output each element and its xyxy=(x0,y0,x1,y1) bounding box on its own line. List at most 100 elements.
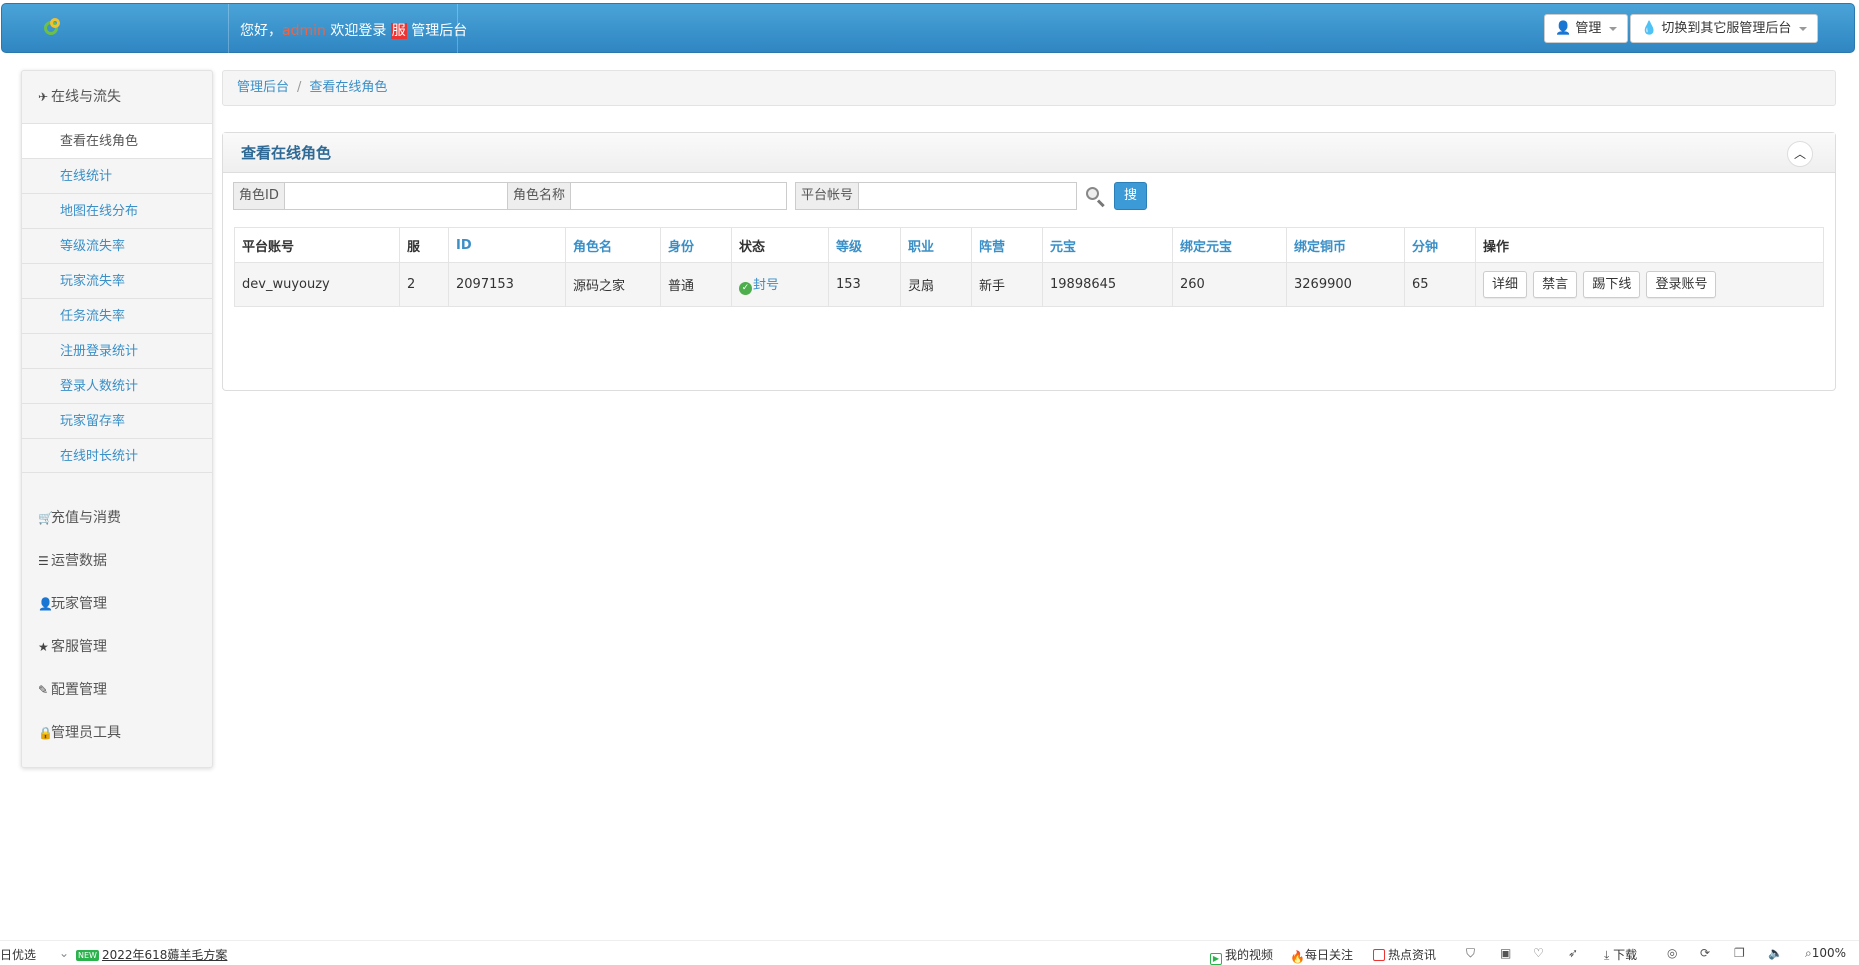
col-actions: 操作 xyxy=(1475,227,1824,263)
top-navbar: 您好，admin 欢迎登录 服 管理后台 👤 管理 💧 切换到其它服管理后台 xyxy=(1,3,1855,54)
online-roles-panel: 查看在线角色 ︿ 角色ID 角色名称 平台帐号 搜索 平台账号 服 ID 角色名… xyxy=(222,132,1836,391)
sidebar-item-online-roles[interactable]: 查看在线角色 xyxy=(22,123,212,158)
news-icon xyxy=(1373,949,1385,961)
image-icon[interactable]: ▣ xyxy=(1500,946,1511,960)
switch-server-label: 切换到其它服管理后台 xyxy=(1661,21,1792,36)
status-link[interactable]: 封号 xyxy=(753,278,779,293)
breadcrumb-current-link[interactable]: 查看在线角色 xyxy=(309,80,387,95)
col-identity[interactable]: 身份 xyxy=(660,227,732,263)
login-account-button[interactable]: 登录账号 xyxy=(1646,271,1717,298)
user-icon: 👤 xyxy=(1555,21,1572,36)
cell-profession: 灵扇 xyxy=(900,262,972,307)
col-yuanbao[interactable]: 元宝 xyxy=(1042,227,1173,263)
play-icon: ▶ xyxy=(1210,953,1222,965)
breadcrumb-home-link[interactable]: 管理后台 xyxy=(237,80,289,95)
sidebar-group-operations[interactable]: ☰ 运营数据 xyxy=(22,540,212,583)
sidebar-item-login-count[interactable]: 登录人数统计 xyxy=(22,368,212,403)
col-server: 服 xyxy=(399,227,449,263)
cell-actions: 详细 禁言 踢下线 登录账号 xyxy=(1475,262,1824,307)
col-bound-yuanbao[interactable]: 绑定元宝 xyxy=(1172,227,1287,263)
sidebar-item-online-stats[interactable]: 在线统计 xyxy=(22,158,212,193)
col-profession[interactable]: 职业 xyxy=(900,227,972,263)
caret-down-icon xyxy=(1799,26,1808,31)
admin-menu-button[interactable]: 👤 管理 xyxy=(1544,14,1629,43)
sidebar-group-recharge[interactable]: 🛒充值与消费 xyxy=(22,497,212,540)
col-camp[interactable]: 阵营 xyxy=(971,227,1043,263)
cell-server: 2 xyxy=(399,262,449,307)
platform-account-label: 平台帐号 xyxy=(795,182,860,210)
cell-id: 2097153 xyxy=(448,262,566,307)
incognito-icon[interactable]: ◎ xyxy=(1667,946,1677,960)
kick-offline-button[interactable]: 踢下线 xyxy=(1583,271,1641,298)
table-row: dev_wuyouzy 2 2097153 源码之家 普通 ✓ 封号 153 灵扇… xyxy=(234,262,1824,307)
sidebar-item-online-duration[interactable]: 在线时长统计 xyxy=(22,438,212,473)
fire-icon: 🔥 xyxy=(1290,950,1305,964)
cell-status: ✓ 封号 xyxy=(731,262,829,307)
cell-identity: 普通 xyxy=(660,262,732,307)
heart-icon[interactable]: ♡ xyxy=(1533,946,1544,960)
list-icon: ☰ xyxy=(38,554,49,568)
my-video-button[interactable]: ▶ 我的视频 xyxy=(1210,946,1273,965)
daily-follow-button[interactable]: 🔥每日关注 xyxy=(1290,946,1353,964)
col-id[interactable]: ID xyxy=(448,227,566,263)
detail-button[interactable]: 详细 xyxy=(1483,271,1528,298)
sidebar-group-players[interactable]: 👤玩家管理 xyxy=(22,583,212,626)
sidebar-group-admin-tools[interactable]: 🔒管理员工具 xyxy=(22,712,212,755)
sidebar-item-retention[interactable]: 玩家留存率 xyxy=(22,403,212,438)
zoom-control[interactable]: ⌕100% xyxy=(1805,946,1846,961)
download-button[interactable]: ⤓ 下载 xyxy=(1604,946,1637,963)
admin-menu-label: 管理 xyxy=(1575,21,1602,36)
chevron-up-icon: ︿ xyxy=(1793,147,1806,161)
shield-icon[interactable]: ⛉ xyxy=(1466,946,1475,961)
sidebar: ✈ 在线与流失 查看在线角色 在线统计 地图在线分布 等级流失率 玩家流失率 任务… xyxy=(21,70,213,768)
chevron-down-icon[interactable]: ⌄ xyxy=(59,946,69,960)
cell-yuanbao: 19898645 xyxy=(1042,262,1173,307)
search-button[interactable]: 搜索 xyxy=(1114,182,1148,229)
rocket-icon[interactable]: ➶ xyxy=(1568,946,1578,960)
hot-news-button[interactable]: 热点资讯 xyxy=(1373,946,1436,963)
platform-account-field: 平台帐号 xyxy=(795,182,1078,210)
sidebar-group-label: 玩家管理 xyxy=(51,596,107,612)
sidebar-item-quest-churn[interactable]: 任务流失率 xyxy=(22,298,212,333)
zoom-icon: ⌕ xyxy=(1805,946,1812,960)
col-level[interactable]: 等级 xyxy=(828,227,901,263)
promo-link[interactable]: NEW 2022年618薅羊毛方案 xyxy=(76,946,227,963)
sidebar-section-online[interactable]: ✈ 在线与流失 xyxy=(22,71,212,123)
sidebar-group-support[interactable]: ★ 客服管理 xyxy=(22,626,212,669)
sidebar-group-config[interactable]: ✎ 配置管理 xyxy=(22,669,212,712)
role-name-input[interactable] xyxy=(571,182,788,210)
welcome-text: 欢迎登录 xyxy=(325,23,391,39)
sidebar-item-player-churn[interactable]: 玩家流失率 xyxy=(22,263,212,298)
sidebar-item-map-distribution[interactable]: 地图在线分布 xyxy=(22,193,212,228)
refresh-icon[interactable]: ⟳ xyxy=(1700,946,1710,960)
sidebar-group-label: 客服管理 xyxy=(51,639,107,655)
role-name-label: 角色名称 xyxy=(507,182,572,210)
server-mark: 服 xyxy=(390,23,407,39)
check-circle-icon: ✓ xyxy=(739,282,752,295)
role-id-input[interactable] xyxy=(284,182,510,210)
zoom-level: 100% xyxy=(1811,946,1847,960)
sidebar-group-label: 充值与消费 xyxy=(51,510,121,526)
col-minutes[interactable]: 分钟 xyxy=(1404,227,1476,263)
cell-bound-copper: 3269900 xyxy=(1286,262,1405,307)
logo-icon[interactable] xyxy=(42,18,64,40)
volume-icon[interactable]: 🔈 xyxy=(1768,946,1783,960)
mute-button[interactable]: 禁言 xyxy=(1533,271,1578,298)
search-icon[interactable] xyxy=(1085,186,1107,208)
window-icon[interactable]: ❐ xyxy=(1734,946,1745,960)
platform-account-input[interactable] xyxy=(859,182,1078,210)
collapse-panel-button[interactable]: ︿ xyxy=(1787,141,1813,167)
cell-platform-account: dev_wuyouzy xyxy=(234,262,400,307)
download-label: 下载 xyxy=(1613,948,1638,962)
sidebar-group-label: 运营数据 xyxy=(51,553,107,569)
sidebar-item-register-login[interactable]: 注册登录统计 xyxy=(22,333,212,368)
col-bound-copper[interactable]: 绑定铜币 xyxy=(1286,227,1405,263)
cell-level: 153 xyxy=(828,262,901,307)
role-name-field: 角色名称 xyxy=(507,182,788,210)
status-left-text[interactable]: 日优选 xyxy=(0,946,36,963)
sidebar-item-level-churn[interactable]: 等级流失率 xyxy=(22,228,212,263)
username: admin xyxy=(282,23,326,39)
col-platform-account: 平台账号 xyxy=(234,227,400,263)
switch-server-button[interactable]: 💧 切换到其它服管理后台 xyxy=(1630,14,1819,43)
col-role-name[interactable]: 角色名 xyxy=(565,227,661,263)
